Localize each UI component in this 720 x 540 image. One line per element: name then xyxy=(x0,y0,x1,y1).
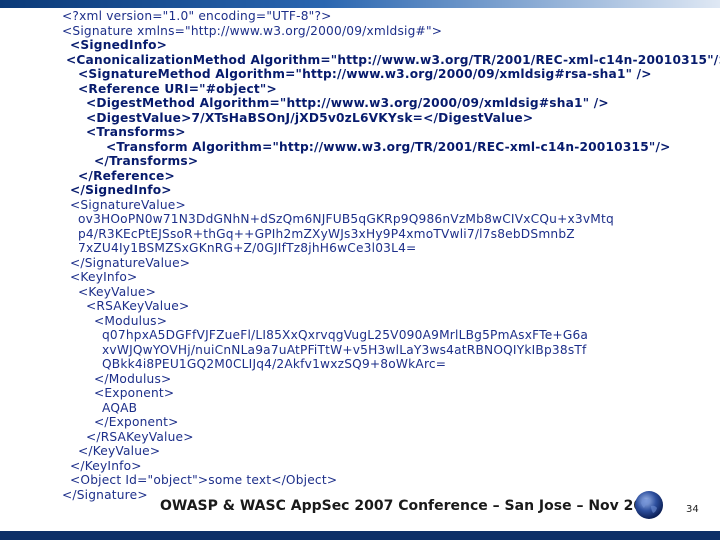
code-line: <SignatureMethod Algorithm="http://www.w… xyxy=(78,67,652,81)
code-line: ov3HOoPN0w71N3DdGNhN+dSzQm6NJFUB5qGKRp9Q… xyxy=(78,212,614,226)
code-line: </SignatureValue> xyxy=(70,255,191,270)
code-line: <?xml version="1.0" encoding="UTF-8"?> xyxy=(62,9,332,23)
code-line: </Exponent> xyxy=(94,415,179,429)
code-line: <Signature xmlns="http://www.w3.org/2000… xyxy=(62,23,443,38)
code-line: <Transforms> xyxy=(86,125,186,139)
code-line: p4/R3KEcPtEJSsoR+thGq++GPIh2mZXyWJs3xHy9… xyxy=(78,226,575,241)
code-line: <Modulus> xyxy=(94,313,168,328)
code-line: </KeyInfo> xyxy=(70,458,142,473)
code-line: <DigestValue>7/XTsHaBSOnJ/jXD5v0zL6VKYsk… xyxy=(86,110,534,125)
footer-title: OWASP & WASC AppSec 2007 Conference – Sa… xyxy=(160,498,663,514)
code-line: </Transforms> xyxy=(94,154,199,168)
code-line: <KeyInfo> xyxy=(70,270,138,284)
code-line: <DigestMethod Algorithm="http://www.w3.o… xyxy=(86,96,609,110)
owasp-globe-icon xyxy=(635,491,663,519)
code-line: </Reference> xyxy=(78,168,175,183)
code-line: QBkk4i8PEU1GQ2M0CLIJq4/2Akfv1wxzSQ9+8oWk… xyxy=(102,357,447,371)
code-line: <Transform Algorithm="http://www.w3.org/… xyxy=(106,139,671,154)
code-line: AQAB xyxy=(102,400,138,415)
page-number: 34 xyxy=(686,504,699,515)
code-line: </KeyValue> xyxy=(78,444,161,458)
top-banner xyxy=(0,0,720,8)
code-line: xvWJQwYOVHj/nuiCnNLa9a7uAtPFiTtW+v5H3wlL… xyxy=(102,342,587,357)
code-line: </Modulus> xyxy=(94,371,172,386)
code-line: q07hpxA5DGFfVJFZueFl/LI85XxQxrvqgVugL25V… xyxy=(102,328,589,342)
code-line: <SignedInfo> xyxy=(70,38,168,52)
code-line: <Object Id="object">some text</Object> xyxy=(70,473,338,487)
code-line: <SignatureValue> xyxy=(70,197,186,212)
code-line: <RSAKeyValue> xyxy=(86,299,190,313)
code-line: <Reference URI="#object"> xyxy=(78,81,277,96)
code-line: <Exponent> xyxy=(94,386,175,400)
code-line: </Signature> xyxy=(62,487,148,502)
code-line: <KeyValue> xyxy=(78,284,156,299)
code-line: </SignedInfo> xyxy=(70,183,172,197)
code-line: </RSAKeyValue> xyxy=(86,429,194,444)
code-line: 7xZU4Iy1BSMZSxGKnRG+Z/0GJIfTz8jhH6wCe3l0… xyxy=(78,241,417,255)
bottom-banner xyxy=(0,531,720,540)
code-line: <CanonicalizationMethod Algorithm="http:… xyxy=(66,52,720,67)
